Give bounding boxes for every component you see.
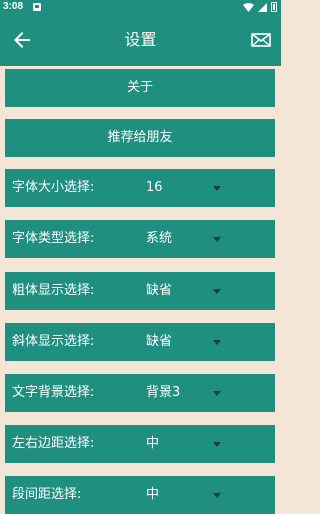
cellular-icon: [258, 2, 267, 12]
setting-value[interactable]: 背景3: [146, 374, 180, 412]
setting-value[interactable]: 16: [146, 169, 163, 207]
setting-row-italic[interactable]: 斜体显示选择: 缺省: [5, 323, 275, 361]
setting-row-paragraph-spacing[interactable]: 段间距选择: 中: [5, 476, 275, 514]
setting-value[interactable]: 系统: [146, 220, 172, 258]
mail-icon[interactable]: [251, 30, 271, 50]
setting-value[interactable]: 中: [146, 425, 159, 463]
setting-row-font-type[interactable]: 字体类型选择: 系统: [5, 220, 275, 258]
setting-label: 字体类型选择:: [12, 231, 95, 246]
dropdown-arrow-icon[interactable]: [213, 237, 221, 242]
setting-label: 字体大小选择:: [12, 180, 95, 195]
battery-icon: [271, 2, 277, 12]
about-button[interactable]: 关于: [5, 69, 275, 107]
status-bar: 3:08: [0, 0, 281, 14]
dropdown-arrow-icon[interactable]: [213, 442, 221, 447]
dropdown-arrow-icon[interactable]: [213, 493, 221, 498]
setting-value[interactable]: 中: [146, 476, 159, 514]
setting-row-bold[interactable]: 粗体显示选择: 缺省: [5, 272, 275, 310]
notification-icon: [33, 3, 41, 11]
dropdown-arrow-icon[interactable]: [213, 391, 221, 396]
setting-label: 粗体显示选择:: [12, 283, 95, 298]
setting-row-font-size[interactable]: 字体大小选择: 16: [5, 169, 275, 207]
status-time: 3:08: [3, 1, 24, 12]
setting-label: 段间距选择:: [12, 487, 82, 502]
app-bar: 设置: [0, 14, 281, 66]
setting-value[interactable]: 缺省: [146, 272, 172, 310]
dropdown-arrow-icon[interactable]: [213, 186, 221, 191]
setting-row-text-background[interactable]: 文字背景选择: 背景3: [5, 374, 275, 412]
dropdown-arrow-icon[interactable]: [213, 289, 221, 294]
back-arrow-icon[interactable]: [10, 28, 34, 52]
dropdown-arrow-icon[interactable]: [213, 340, 221, 345]
setting-label: 文字背景选择:: [12, 385, 95, 400]
status-icons: [243, 2, 277, 12]
setting-row-side-margin[interactable]: 左右边距选择: 中: [5, 425, 275, 463]
setting-label: 左右边距选择:: [12, 436, 95, 451]
page-title: 设置: [124, 30, 157, 49]
setting-value[interactable]: 缺省: [146, 323, 172, 361]
wifi-icon: [243, 2, 254, 12]
recommend-button[interactable]: 推荐给朋友: [5, 119, 275, 157]
setting-label: 斜体显示选择:: [12, 334, 95, 349]
